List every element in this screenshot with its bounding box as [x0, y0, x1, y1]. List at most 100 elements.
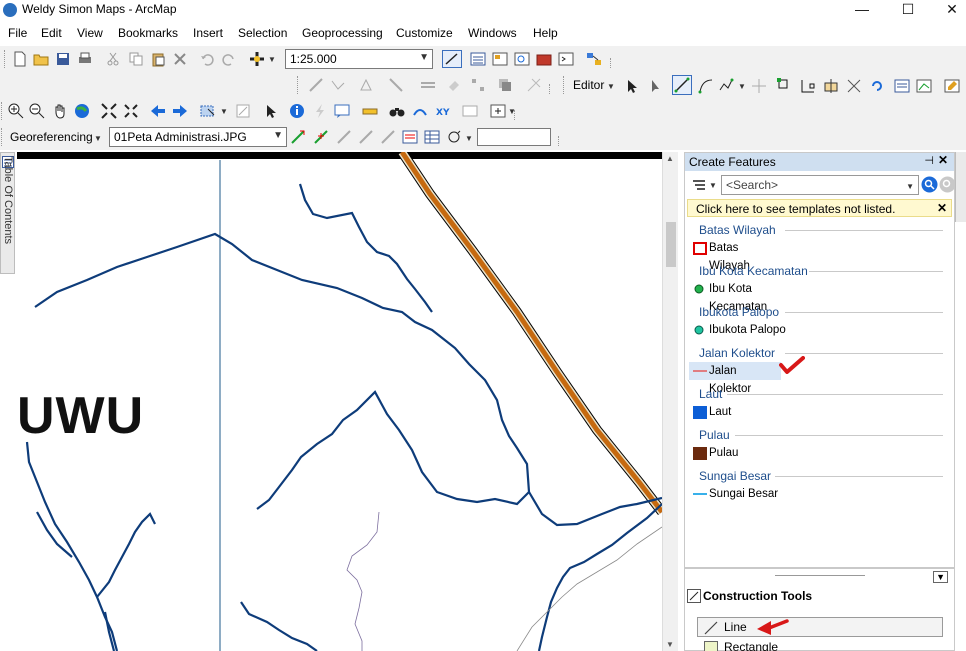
select-dropdown-arrow[interactable]: ▼ — [220, 107, 228, 116]
point-tool-icon[interactable] — [751, 78, 767, 94]
python-window-icon[interactable] — [558, 51, 574, 67]
identify-info-icon[interactable] — [289, 103, 305, 119]
menu-edit[interactable]: Edit — [41, 26, 62, 40]
edit-vertices-tool-icon[interactable] — [777, 78, 793, 94]
toolbar-grip[interactable] — [297, 76, 300, 94]
template-batas-wilayah[interactable]: Batas Wilayah — [689, 239, 779, 272]
map-display[interactable]: UWU — [17, 152, 662, 651]
menu-insert[interactable]: Insert — [193, 26, 223, 40]
menu-file[interactable]: File — [8, 26, 27, 40]
view-link-table-icon[interactable] — [402, 129, 418, 145]
rotate-icon[interactable] — [869, 78, 885, 94]
zoom-out-icon[interactable] — [29, 103, 45, 119]
clear-search-icon[interactable] — [939, 176, 956, 193]
menu-view[interactable]: View — [77, 26, 103, 40]
paste-icon[interactable] — [150, 51, 166, 67]
go-to-xy-icon[interactable]: XY — [435, 103, 451, 119]
reshape-feature-icon[interactable] — [800, 78, 816, 94]
close-button[interactable]: ✕ — [932, 0, 966, 20]
eraser-icon[interactable] — [446, 77, 462, 93]
catalog-icon[interactable] — [492, 51, 508, 67]
model-builder-icon[interactable] — [586, 51, 602, 67]
toolbar-grip[interactable] — [563, 76, 566, 94]
search-window-icon[interactable] — [514, 51, 530, 67]
chevron-down-icon[interactable]: ▼ — [273, 130, 283, 141]
georeferencing-dropdown-arrow[interactable]: ▼ — [94, 134, 102, 143]
template-pulau[interactable]: Pulau — [689, 444, 749, 462]
full-extent-globe-icon[interactable] — [74, 103, 90, 119]
hyperlink-bolt-icon[interactable] — [312, 103, 328, 119]
attributes-icon[interactable] — [894, 78, 910, 94]
segment-dropdown-arrow[interactable]: ▼ — [738, 82, 746, 91]
arctoolbox-icon[interactable] — [536, 51, 552, 67]
add-data-dropdown-arrow[interactable]: ▼ — [268, 55, 276, 64]
catalog-dock-tab[interactable] — [955, 152, 966, 222]
select-link-icon[interactable] — [380, 129, 396, 145]
select-elements-arrow-icon[interactable] — [263, 103, 279, 119]
organize-dropdown-arrow[interactable]: ▼ — [709, 181, 717, 190]
toolbar-grip[interactable] — [1, 102, 4, 120]
delete-icon[interactable] — [172, 51, 188, 67]
html-popup-icon[interactable] — [334, 103, 350, 119]
editor-menu-button[interactable]: Editor — [573, 78, 604, 92]
close-icon[interactable]: ✕ — [938, 153, 948, 167]
line-tool-icon[interactable] — [388, 77, 404, 93]
chevron-down-icon[interactable]: ▼ — [419, 52, 429, 63]
create-features-window-icon[interactable] — [944, 78, 960, 94]
copy-icon[interactable] — [128, 51, 144, 67]
parallel-line-icon[interactable] — [420, 77, 436, 93]
find-route-icon[interactable] — [412, 103, 428, 119]
pan-hand-icon[interactable] — [52, 103, 68, 119]
template-ibukota-palopo[interactable]: Ibukota Palopo — [689, 321, 789, 339]
time-slider-icon[interactable] — [462, 103, 478, 119]
menu-help[interactable]: Help — [533, 26, 558, 40]
split-tool-icon[interactable] — [526, 77, 542, 93]
organize-templates-icon[interactable] — [691, 177, 707, 193]
link-table-grid-icon[interactable] — [424, 129, 440, 145]
pin-icon[interactable]: ⊣ — [924, 154, 934, 167]
fixed-zoom-out-icon[interactable] — [123, 103, 139, 119]
close-icon[interactable]: ✕ — [937, 201, 947, 215]
open-folder-icon[interactable] — [33, 51, 49, 67]
scroll-thumb[interactable] — [666, 222, 676, 267]
menu-geoprocessing[interactable]: Geoprocessing — [302, 26, 383, 40]
find-binoculars-icon[interactable] — [389, 103, 405, 119]
print-icon[interactable] — [77, 51, 93, 67]
rotate-georef-icon[interactable] — [290, 129, 306, 145]
menu-selection[interactable]: Selection — [238, 26, 287, 40]
maximize-button[interactable]: ☐ — [888, 0, 928, 20]
minimize-button[interactable]: — — [842, 0, 882, 20]
shadow-icon[interactable] — [497, 77, 513, 93]
edit-vertices-icon[interactable] — [308, 77, 324, 93]
end-point-arc-icon[interactable] — [698, 78, 714, 94]
rotate-dropdown-arrow[interactable]: ▼ — [465, 134, 473, 143]
new-document-icon[interactable] — [12, 51, 28, 67]
select-features-icon[interactable] — [200, 103, 216, 119]
table-of-contents-icon[interactable] — [470, 51, 486, 67]
scroll-down-arrow[interactable]: ▼ — [666, 640, 674, 649]
split-line-icon[interactable] — [846, 78, 862, 94]
edit-tool-arrow-icon[interactable] — [624, 78, 640, 94]
redo-icon[interactable] — [221, 51, 237, 67]
sketch-points-icon[interactable] — [470, 77, 486, 93]
template-ibu-kota-kecamatan[interactable]: Ibu Kota Kecamatan — [689, 280, 813, 313]
zoom-in-icon[interactable] — [8, 103, 24, 119]
template-sungai-besar[interactable]: Sungai Besar — [689, 485, 779, 503]
measure-ruler-icon[interactable] — [362, 103, 378, 119]
menu-bookmarks[interactable]: Bookmarks — [118, 26, 178, 40]
editor-dropdown-arrow[interactable]: ▼ — [607, 82, 615, 91]
toolbar-grip[interactable] — [1, 128, 4, 146]
rotate-view-icon[interactable] — [446, 129, 462, 145]
templates-not-listed-link[interactable]: Click here to see templates not listed. … — [687, 199, 952, 217]
georeference-layer-combobox[interactable]: 01Peta Administrasi.JPG ▼ — [109, 127, 287, 147]
toolbar-overflow-grip[interactable] — [558, 136, 561, 146]
create-viewer-window-icon[interactable] — [490, 103, 506, 119]
map-scale-combobox[interactable]: 1:25.000 ▼ — [285, 49, 433, 69]
reshape-icon[interactable] — [330, 77, 346, 93]
georeferencing-menu-button[interactable]: Georeferencing — [10, 130, 93, 144]
search-icon[interactable] — [921, 176, 938, 193]
cut-polygons-icon[interactable] — [823, 78, 839, 94]
chevron-down-icon[interactable]: ▼ — [906, 182, 914, 191]
panel-splitter[interactable] — [775, 575, 865, 576]
toolbar-overflow-grip[interactable] — [610, 58, 613, 68]
